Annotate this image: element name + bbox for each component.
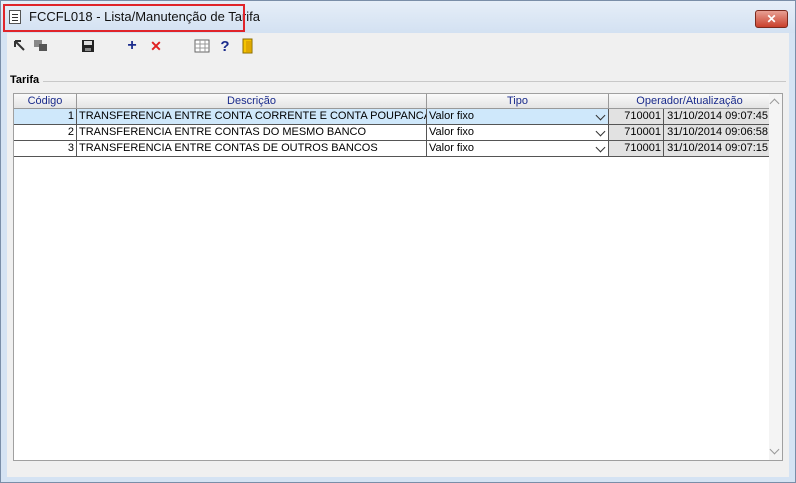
cell-operador: 710001 [609, 125, 664, 141]
column-header-descricao[interactable]: Descrição [77, 94, 427, 109]
cell-operador: 710001 [609, 109, 664, 125]
scroll-down-icon[interactable] [769, 444, 780, 455]
cell-atualizacao: 31/10/2014 09:06:58 [664, 125, 771, 141]
navigate-icon[interactable] [11, 37, 29, 55]
cell-tipo-value: Valor fixo [429, 142, 475, 154]
cell-tipo-dropdown[interactable]: Valor fixo [427, 109, 609, 125]
title-highlight-box [3, 4, 245, 32]
table-row[interactable]: 2 TRANSFERENCIA ENTRE CONTAS DO MESMO BA… [14, 125, 771, 141]
cell-descricao[interactable]: TRANSFERENCIA ENTRE CONTA CORRENTE E CON… [77, 109, 427, 125]
exit-icon[interactable] [239, 37, 257, 55]
group-divider [10, 81, 786, 82]
table-view-icon[interactable] [193, 37, 211, 55]
cell-atualizacao: 31/10/2014 09:07:15 [664, 141, 771, 157]
cell-tipo-value: Valor fixo [429, 126, 475, 138]
delete-icon[interactable]: ✕ [147, 37, 165, 55]
copy-icon[interactable] [32, 37, 50, 55]
cell-tipo-value: Valor fixo [429, 110, 475, 122]
group-label-tarifa: Tarifa [10, 74, 44, 86]
chevron-down-icon[interactable] [595, 142, 606, 153]
column-header-codigo[interactable]: Código [14, 94, 77, 109]
close-button[interactable]: ✕ [755, 10, 788, 28]
cell-descricao[interactable]: TRANSFERENCIA ENTRE CONTAS DO MESMO BANC… [77, 125, 427, 141]
vertical-scrollbar[interactable] [769, 94, 782, 460]
scroll-up-icon[interactable] [769, 98, 780, 109]
chevron-down-icon[interactable] [595, 126, 606, 137]
client-area: Tarifa Código Descrição Tipo Operador/At… [7, 59, 789, 471]
column-header-operador[interactable]: Operador/Atualização [609, 94, 771, 109]
tarifa-grid[interactable]: Código Descrição Tipo Operador/Atualizaç… [13, 93, 783, 461]
application-window: FCCFL018 - Lista/Manutenção de Tarifa ✕ … [0, 0, 796, 483]
title-bar: FCCFL018 - Lista/Manutenção de Tarifa ✕ [1, 1, 795, 33]
cell-descricao[interactable]: TRANSFERENCIA ENTRE CONTAS DE OUTROS BAN… [77, 141, 427, 157]
save-icon[interactable] [79, 37, 97, 55]
toolbar: + ✕ ? [7, 33, 789, 59]
status-bar [7, 471, 789, 477]
help-icon[interactable]: ? [216, 37, 234, 55]
column-header-tipo[interactable]: Tipo [427, 94, 609, 109]
cell-codigo[interactable]: 1 [14, 109, 77, 125]
cell-atualizacao: 31/10/2014 09:07:45 [664, 109, 771, 125]
cell-operador: 710001 [609, 141, 664, 157]
cell-tipo-dropdown[interactable]: Valor fixo [427, 141, 609, 157]
add-icon[interactable]: + [123, 37, 141, 55]
table-row[interactable]: 1 TRANSFERENCIA ENTRE CONTA CORRENTE E C… [14, 109, 771, 125]
cell-codigo[interactable]: 2 [14, 125, 77, 141]
cell-tipo-dropdown[interactable]: Valor fixo [427, 125, 609, 141]
cell-codigo[interactable]: 3 [14, 141, 77, 157]
chevron-down-icon[interactable] [595, 110, 606, 121]
table-row[interactable]: 3 TRANSFERENCIA ENTRE CONTAS DE OUTROS B… [14, 141, 771, 157]
